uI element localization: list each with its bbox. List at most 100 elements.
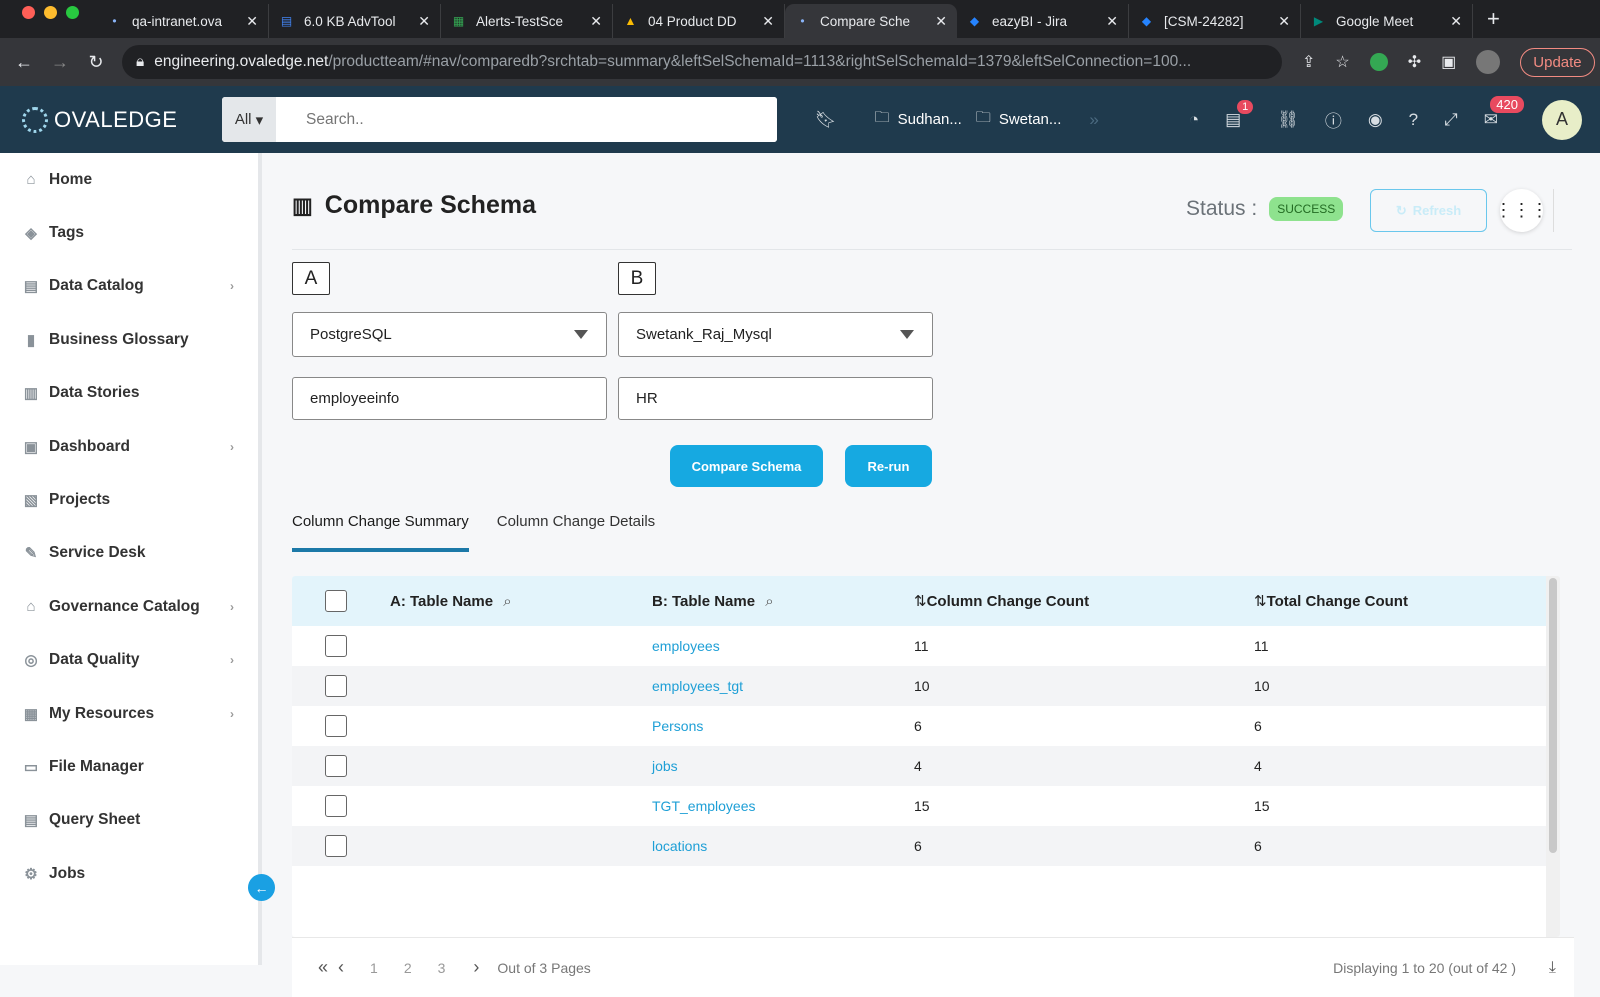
row-checkbox[interactable] [325,795,347,817]
cell-b-table-name[interactable]: employees_tgt [652,678,914,694]
close-tab-icon[interactable]: ✕ [246,13,258,30]
cell-b-table-name[interactable]: locations [652,838,914,854]
puzzle-icon[interactable]: ✣ [1408,52,1421,72]
select-all-checkbox[interactable] [325,590,347,612]
row-checkbox[interactable] [325,835,347,857]
browser-tab[interactable]: ▦ Alerts-TestSce ✕ [441,4,613,38]
sidepanel-icon[interactable]: ▣ [1441,52,1456,72]
sidebar-item-home[interactable]: ⌂ Home [0,153,258,206]
folder-shortcut-1[interactable]: 🗀 Sudhan... [875,107,962,132]
sort-icon[interactable]: ⇅ [1254,593,1267,610]
close-tab-icon[interactable]: ✕ [1106,13,1118,30]
page-2[interactable]: 2 [404,960,412,976]
update-button[interactable]: Update [1520,47,1595,77]
browser-tab[interactable]: ◆ eazyBI - Jira ✕ [957,4,1129,38]
reload-icon[interactable]: ↻ [78,52,114,73]
speedometer-icon[interactable]: ◔ [1189,110,1199,130]
chrome-icon[interactable]: ◉ [1368,110,1383,130]
schema-b-field[interactable]: HR [618,377,933,420]
cell-b-table-name[interactable]: employees [652,638,914,654]
sidebar-item-tags[interactable]: ◈ Tags [0,206,258,259]
close-tab-icon[interactable]: ✕ [762,13,774,30]
header-column-change-count[interactable]: ⇅Column Change Count [914,592,1254,610]
extension-icon[interactable] [1369,53,1388,71]
search-input[interactable] [276,97,777,142]
page-3[interactable]: 3 [438,960,446,976]
tab-column-change-summary[interactable]: Column Change Summary [292,513,469,552]
url-field[interactable]: 🔒︎ engineering.ovaledge.net/productteam/… [122,45,1282,79]
close-tab-icon[interactable]: ✕ [1450,13,1462,30]
browser-tab[interactable]: ◆ [CSM-24282] ✕ [1129,4,1301,38]
file-icon: ▭ [23,758,39,776]
page-1[interactable]: 1 [370,960,378,976]
table-scrollbar[interactable] [1546,576,1560,937]
sidebar-item-data-quality[interactable]: ◎ Data Quality › [0,634,258,687]
tab-column-change-details[interactable]: Column Change Details [497,513,655,552]
connection-a-select[interactable]: PostgreSQL [292,312,607,357]
connection-b-select[interactable]: Swetank_Raj_Mysql [618,312,933,357]
cell-b-table-name[interactable]: Persons [652,718,914,734]
sidebar-item-service-desk[interactable]: ✎ Service Desk [0,527,258,580]
integration-icon[interactable]: ⛓ [1277,110,1299,130]
minimize-window-button[interactable] [44,5,57,19]
browser-tab[interactable]: ▶ Google Meet ✕ [1301,4,1473,38]
header-total-change-count[interactable]: ⇅Total Change Count [1254,592,1560,610]
folder-shortcut-2[interactable]: 🗀 Swetan... [976,107,1062,132]
row-checkbox[interactable] [325,675,347,697]
compare-schema-button[interactable]: Compare Schema [670,445,823,487]
download-icon[interactable]: ⤓ [1549,959,1556,977]
scroll-thumb[interactable] [1549,578,1557,853]
ovaledge-logo[interactable]: OVALEDGE [0,106,222,133]
apps-grid-button[interactable]: ⋮⋮⋮ [1495,189,1549,232]
close-tab-icon[interactable]: ✕ [590,13,602,30]
new-tab-button[interactable]: + [1473,6,1514,38]
cell-b-table-name[interactable]: TGT_employees [652,798,914,814]
search-icon[interactable]: ⌕ [765,593,773,610]
schema-a-field[interactable]: employeeinfo [292,377,607,420]
sidebar-item-projects[interactable]: ▧ Projects [0,473,258,526]
tasks-icon[interactable]: ▤ 1 [1225,99,1254,130]
back-arrow-icon[interactable]: ← [6,52,42,73]
sidebar-item-business-glossary[interactable]: ▮ Business Glossary [0,313,258,366]
user-avatar[interactable]: A [1542,99,1582,140]
forward-arrow-icon[interactable]: → [42,52,78,73]
first-page-icon[interactable]: « [318,957,328,978]
search-scope-dropdown[interactable]: All ▾ [222,97,276,142]
sidebar-item-file-manager[interactable]: ▭ File Manager [0,740,258,793]
bookmark-icon[interactable]: 🔖︎ [815,110,837,130]
next-page-icon[interactable]: › [473,957,479,978]
double-chevron-icon[interactable]: » [1089,110,1098,130]
rerun-button[interactable]: Re-run [845,445,932,487]
bookmark-star-icon[interactable]: ☆ [1335,52,1349,72]
sort-icon[interactable]: ⇅ [914,593,927,610]
close-tab-icon[interactable]: ✕ [1278,13,1290,30]
sidebar-item-jobs[interactable]: ⚙ Jobs [0,847,258,900]
browser-tab[interactable]: • qa-intranet.ova ✕ [97,4,269,38]
row-checkbox[interactable] [325,715,347,737]
share-icon[interactable]: ⇪ [1302,52,1315,72]
mail-icon[interactable]: ✉ 420 [1484,95,1524,130]
info-icon[interactable]: ⓘ [1325,107,1342,132]
sidebar-item-data-catalog[interactable]: ▤ Data Catalog › [0,260,258,313]
expand-icon[interactable]: ⤢ [1444,110,1458,130]
sidebar-item-dashboard[interactable]: ▣ Dashboard › [0,420,258,473]
close-window-button[interactable] [22,5,35,19]
row-checkbox[interactable] [325,635,347,657]
close-tab-icon[interactable]: ✕ [418,13,430,30]
sidebar-item-data-stories[interactable]: ▥ Data Stories [0,367,258,420]
sidebar-item-query-sheet[interactable]: ▤ Query Sheet [0,794,258,847]
sidebar-item-my-resources[interactable]: ▦ My Resources › [0,687,258,740]
browser-tab[interactable]: ▲ 04 Product DD ✕ [613,4,785,38]
prev-page-icon[interactable]: ‹ [338,957,344,978]
refresh-button[interactable]: ↻ Refresh [1370,189,1487,232]
help-icon[interactable]: ? [1409,110,1418,130]
cell-b-table-name[interactable]: jobs [652,758,914,774]
browser-tab[interactable]: • Compare Sche ✕ [785,4,957,38]
close-tab-icon[interactable]: ✕ [935,13,947,30]
profile-icon[interactable] [1476,50,1501,74]
search-icon[interactable]: ⌕ [503,593,511,610]
maximize-window-button[interactable] [66,5,79,19]
browser-tab[interactable]: ▤ 6.0 KB AdvTool ✕ [269,4,441,38]
sidebar-item-governance-catalog[interactable]: ⌂ Governance Catalog › [0,580,258,633]
row-checkbox[interactable] [325,755,347,777]
